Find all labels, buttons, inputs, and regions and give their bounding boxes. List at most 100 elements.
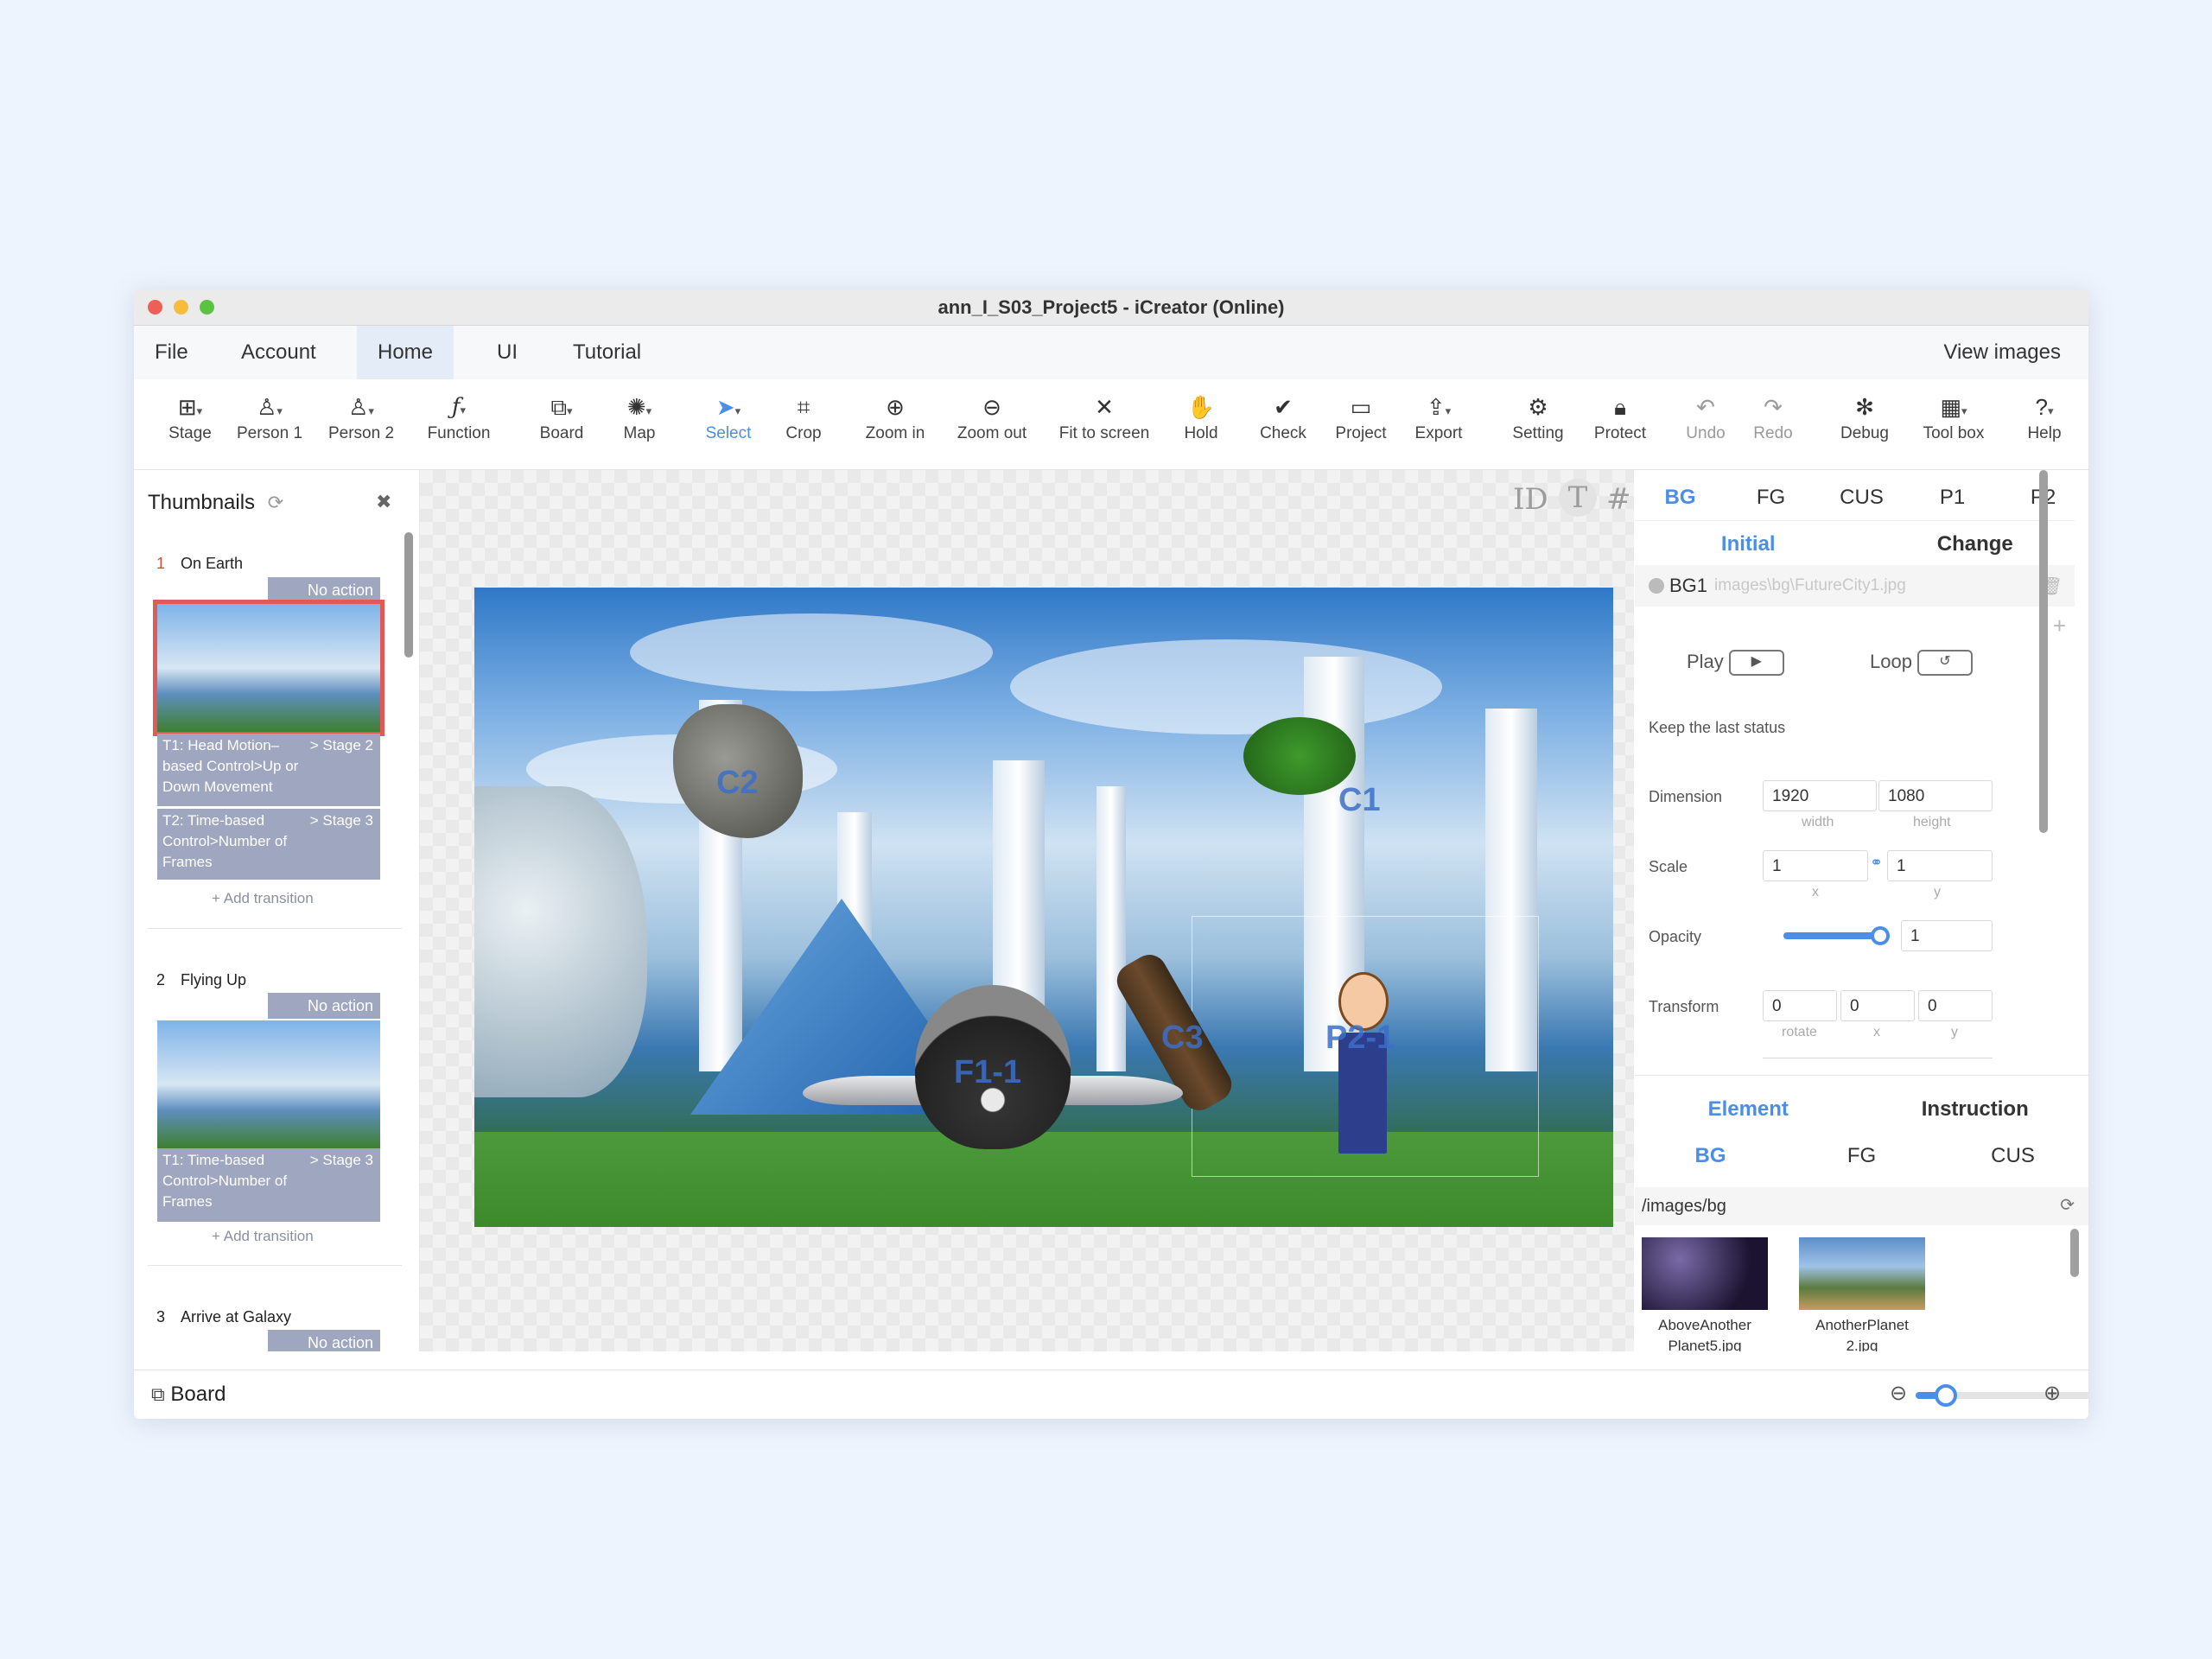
stage-thumbnail[interactable] xyxy=(153,600,385,736)
asset-tabs: BG FG CUS xyxy=(1635,1144,2088,1168)
thumbnails-scrollbar[interactable] xyxy=(404,532,413,658)
grid-toggle[interactable]: # xyxy=(1606,482,1631,517)
zoom-in-icon: ⊕ xyxy=(886,394,905,420)
zoom-slider-knob[interactable] xyxy=(1935,1384,1958,1407)
divider xyxy=(1635,520,2075,521)
redo-button[interactable]: ↷ Redo xyxy=(1743,390,1803,443)
project-button[interactable]: ▭ Project xyxy=(1326,390,1395,443)
opacity-field[interactable]: 1 xyxy=(1901,920,1993,951)
menu-file[interactable]: File xyxy=(134,326,209,379)
refresh-icon[interactable]: ⟳ xyxy=(2060,1194,2075,1216)
tab-fg[interactable]: FG xyxy=(1726,486,1816,510)
scale-x-field[interactable]: 1 xyxy=(1763,850,1868,881)
action-badge: No action xyxy=(268,993,380,1019)
zoom-out-icon[interactable]: ⊖ xyxy=(1890,1381,1907,1406)
stage-button[interactable]: ⊞▾ Stage xyxy=(160,390,220,443)
scale-y-field[interactable]: 1 xyxy=(1887,850,1993,881)
gear-icon: ⚙ xyxy=(1528,394,1548,420)
add-icon[interactable]: + xyxy=(2053,613,2066,639)
transition-item[interactable]: T2: Time-based Control>Number of Frames >… xyxy=(157,809,380,880)
stage-title[interactable]: 1 On Earth xyxy=(156,555,243,573)
asset-tab-cus[interactable]: CUS xyxy=(1937,1144,2088,1168)
setting-button[interactable]: ⚙ Setting xyxy=(1503,390,1573,443)
asset-name: AnotherPlanet 2.jpg xyxy=(1815,1317,1909,1351)
board-status[interactable]: ⧉ Board xyxy=(151,1382,226,1407)
building xyxy=(1096,786,1126,1071)
person2-button[interactable]: ♙▾ Person 2 xyxy=(322,390,400,443)
id-toggle[interactable]: ID xyxy=(1513,482,1548,517)
map-button[interactable]: ✺▾ Map xyxy=(609,390,670,443)
lock-icon: 🔒︎ xyxy=(1614,394,1626,420)
person1-button[interactable]: ♙▾ Person 1 xyxy=(231,390,308,443)
zoom-in-button[interactable]: ⊕ Zoom in xyxy=(856,390,934,443)
toolbox-button[interactable]: ▦▾ Tool box xyxy=(1910,390,1997,443)
rotate-field[interactable]: 0 xyxy=(1763,990,1837,1021)
bg-item-row[interactable]: BG1 images\bg\FutureCity1.jpg 🗑︎ xyxy=(1635,565,2075,607)
opacity-label: Opacity xyxy=(1649,928,1702,945)
loop-control[interactable]: Loop ↺ xyxy=(1870,650,1973,676)
transition-item[interactable]: T1: Time-based Control>Number of Frames >… xyxy=(157,1148,380,1222)
canvas-area[interactable]: ID T # C2 C1 C3 F1-1 P2-1 xyxy=(420,470,1634,1351)
opacity-slider-fill xyxy=(1783,932,1880,939)
refresh-icon[interactable]: ⟳ xyxy=(268,492,283,513)
tab-change[interactable]: Change xyxy=(1862,532,2089,556)
transform-x-sublabel: x xyxy=(1873,1025,1880,1039)
crop-button[interactable]: ⌗ Crop xyxy=(773,390,834,443)
stage-canvas[interactable]: C2 C1 C3 F1-1 P2-1 xyxy=(474,588,1613,1227)
width-field[interactable]: 1920 xyxy=(1763,780,1877,811)
tab-bg[interactable]: BG xyxy=(1635,486,1726,510)
hold-button[interactable]: ✋ Hold xyxy=(1171,390,1231,443)
export-button[interactable]: ⇪▾ Export xyxy=(1404,390,1473,443)
undo-button[interactable]: ↶ Undo xyxy=(1675,390,1736,443)
zoom-in-icon[interactable]: ⊕ xyxy=(2044,1381,2061,1406)
tab-element[interactable]: Element xyxy=(1635,1097,1862,1122)
add-transition-button[interactable]: + Add transition xyxy=(212,890,314,907)
transform-x-field[interactable]: 0 xyxy=(1840,990,1915,1021)
function-button[interactable]: ƒ▾ Function xyxy=(416,390,502,443)
menu-home[interactable]: Home xyxy=(357,326,454,379)
close-icon[interactable]: ✖ xyxy=(376,491,391,513)
tab-initial[interactable]: Initial xyxy=(1635,532,1862,556)
protect-button[interactable]: 🔒︎ Protect xyxy=(1586,390,1655,443)
menu-account[interactable]: Account xyxy=(220,326,337,379)
view-images-link[interactable]: View images xyxy=(1923,326,2082,379)
zoom-out-icon: ⊖ xyxy=(982,394,1001,420)
menu-bar: File Account Home UI Tutorial View image… xyxy=(134,326,2088,380)
play-control[interactable]: Play ▶ xyxy=(1687,650,1784,676)
add-transition-button[interactable]: + Add transition xyxy=(212,1228,314,1245)
asset-thumbnail[interactable] xyxy=(1799,1237,1925,1310)
stage-thumbnail[interactable] xyxy=(157,1020,380,1148)
height-sublabel: height xyxy=(1913,815,1951,830)
tab-p1[interactable]: P1 xyxy=(1907,486,1998,510)
zoom-out-button[interactable]: ⊖ Zoom out xyxy=(949,390,1035,443)
status-dot-icon xyxy=(1649,578,1664,594)
menu-tutorial[interactable]: Tutorial xyxy=(552,326,662,379)
debug-button[interactable]: ✻ Debug xyxy=(1834,390,1895,443)
properties-scrollbar[interactable] xyxy=(2039,470,2048,833)
height-field[interactable]: 1080 xyxy=(1878,780,1993,811)
asset-thumbnail[interactable] xyxy=(1642,1237,1768,1310)
fit-to-screen-button[interactable]: ✕ Fit to screen xyxy=(1048,390,1160,443)
stage-title[interactable]: 2 Flying Up xyxy=(156,971,246,989)
stage-title[interactable]: 3 Arrive at Galaxy xyxy=(156,1308,291,1326)
person2-element[interactable] xyxy=(1338,972,1389,1154)
asset-tab-bg[interactable]: BG xyxy=(1635,1144,1786,1168)
check-circle-icon: ✔ xyxy=(1274,394,1293,420)
tab-instruction[interactable]: Instruction xyxy=(1862,1097,2089,1122)
transition-item[interactable]: T1: Head Motion–based Control>Up or Down… xyxy=(157,734,380,806)
assets-scrollbar[interactable] xyxy=(2070,1229,2079,1277)
window-title: ann_I_S03_Project5 - iCreator (Online) xyxy=(938,296,1285,318)
transform-y-field[interactable]: 0 xyxy=(1918,990,1993,1021)
help-button[interactable]: ?▾ Help xyxy=(2014,390,2075,443)
transform-label: Transform xyxy=(1649,998,1719,1015)
folder-open-icon: ▭ xyxy=(1350,394,1372,420)
check-button[interactable]: ✔ Check xyxy=(1249,390,1318,443)
tab-cus[interactable]: CUS xyxy=(1816,486,1907,510)
text-toggle[interactable]: T xyxy=(1559,479,1597,517)
board-button[interactable]: ⧉▾ Board xyxy=(531,390,592,443)
opacity-slider-knob[interactable] xyxy=(1871,926,1890,945)
menu-ui[interactable]: UI xyxy=(476,326,538,379)
asset-tab-fg[interactable]: FG xyxy=(1786,1144,1937,1168)
link-icon[interactable]: ⚭ xyxy=(1870,854,1883,872)
select-button[interactable]: ➤▾ Select xyxy=(694,390,763,443)
